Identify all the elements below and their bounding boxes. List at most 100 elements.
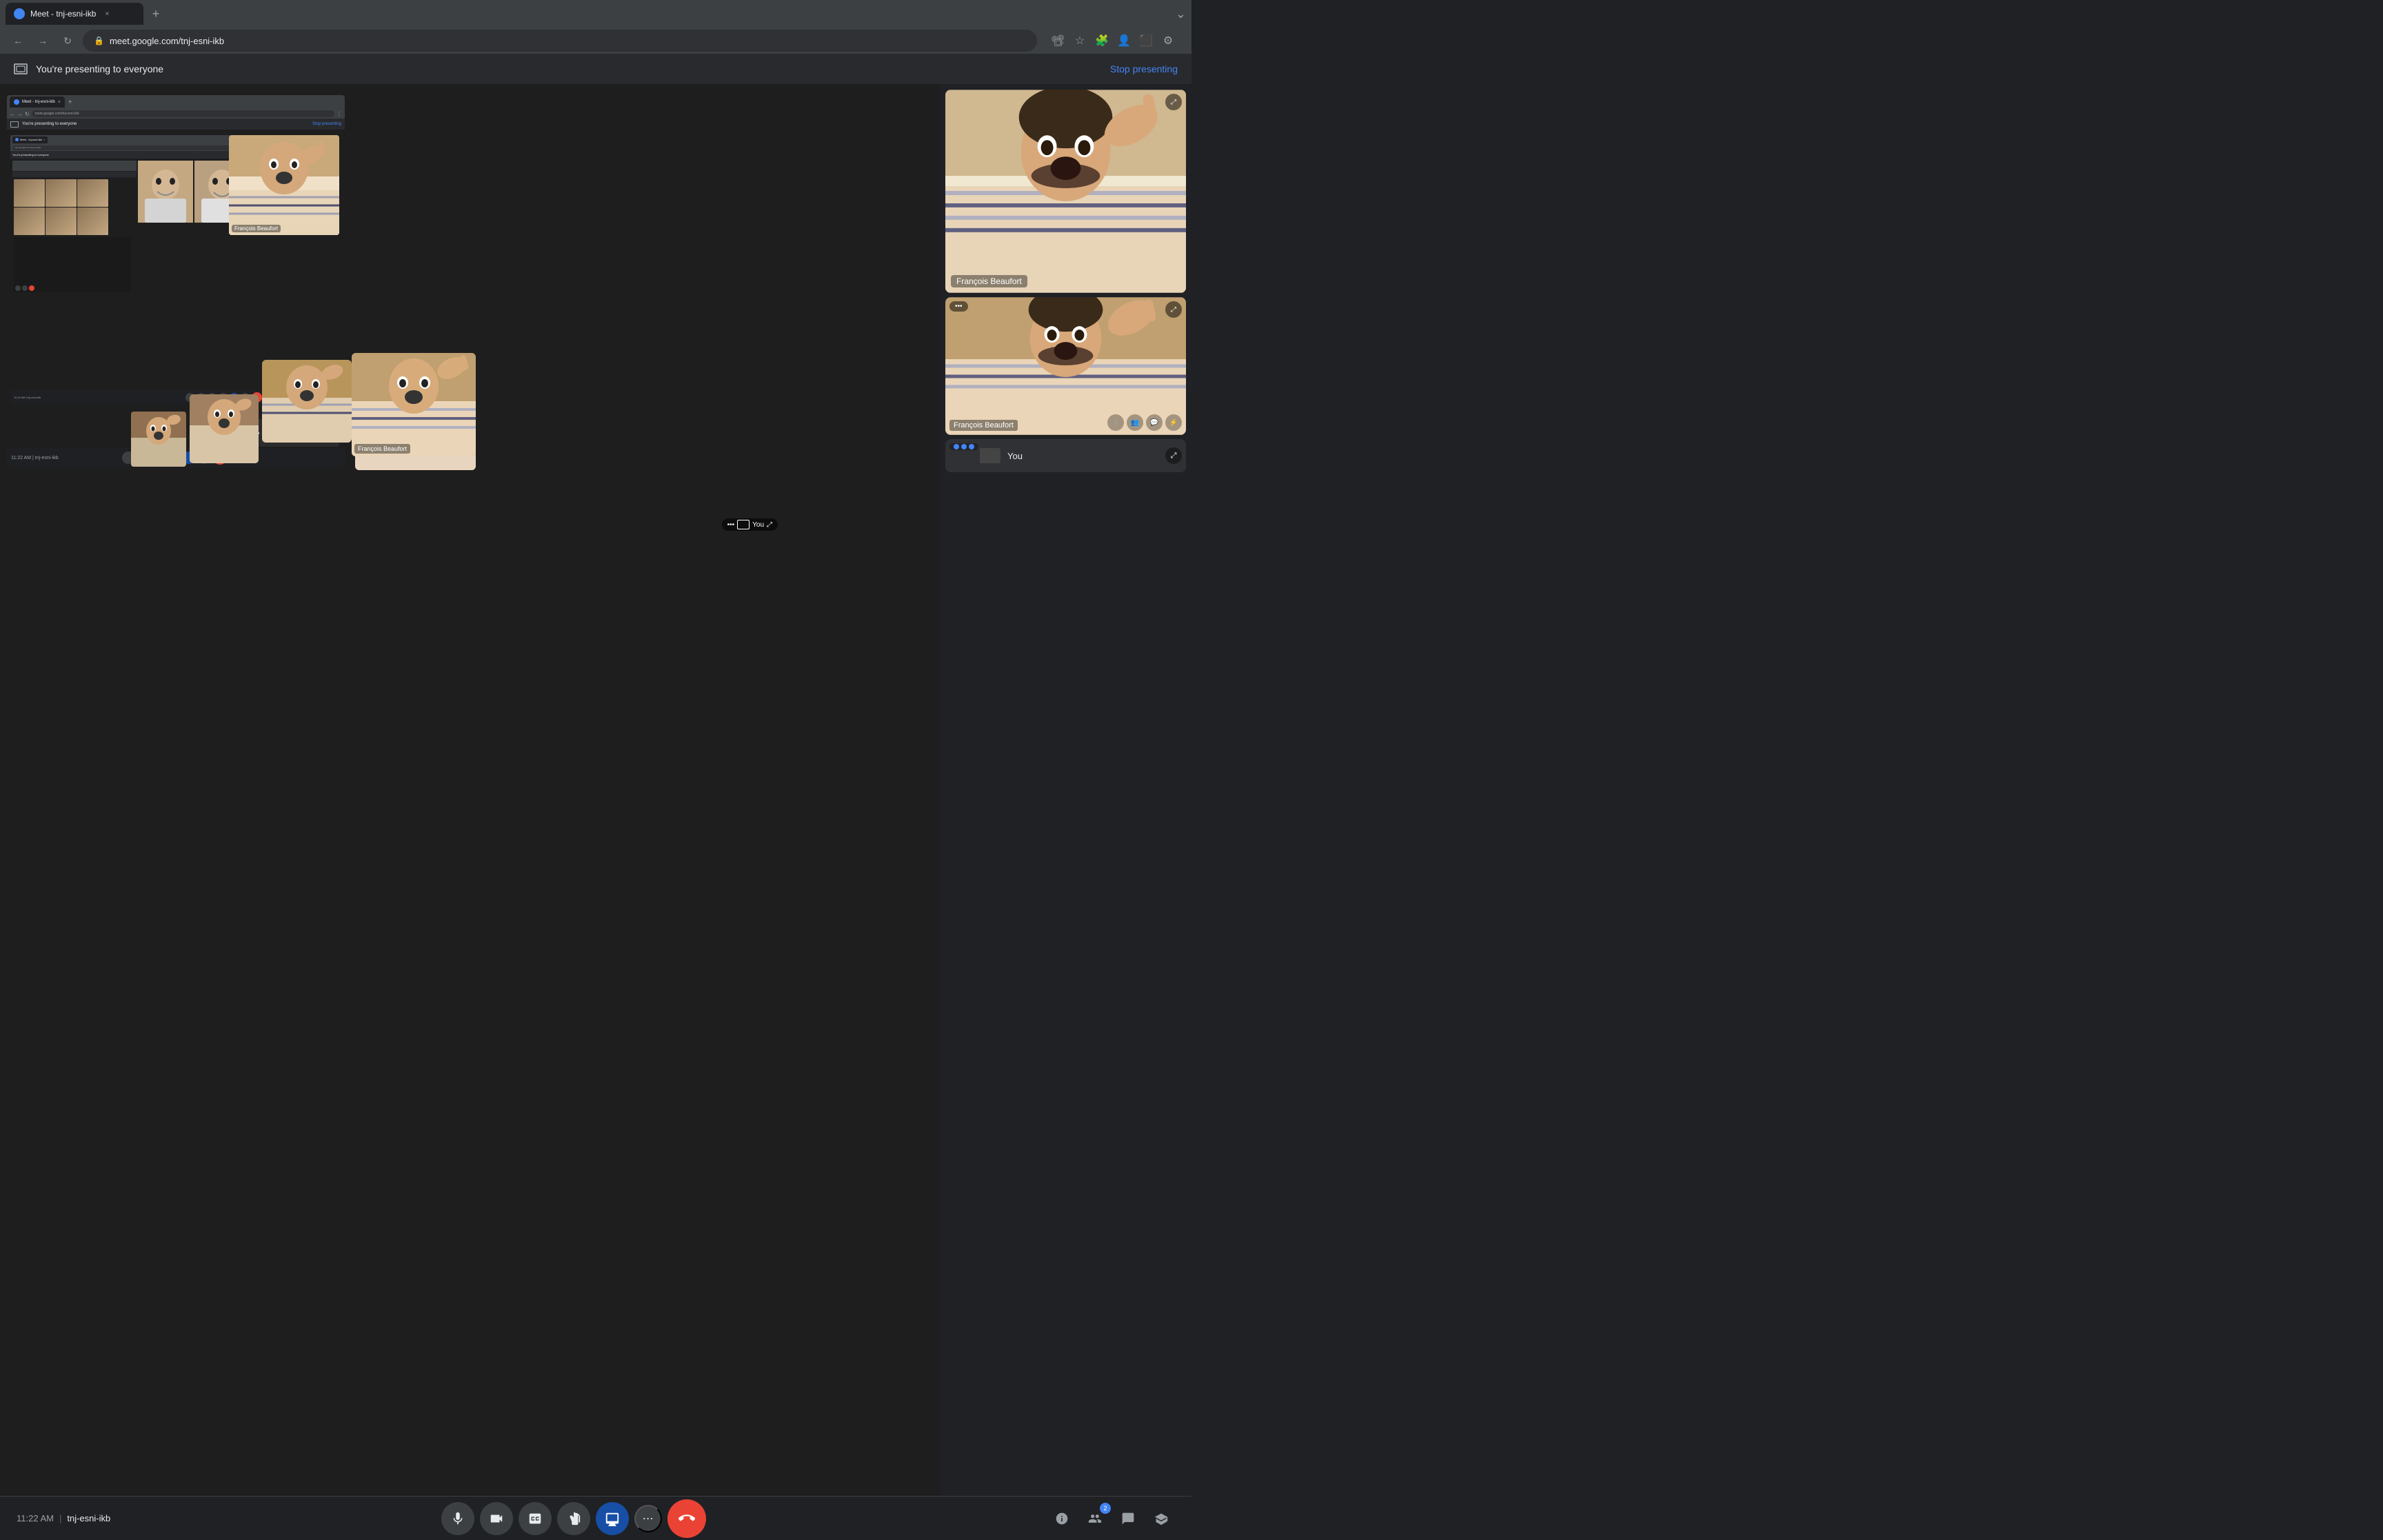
raise-hand-button[interactable] — [557, 1502, 590, 1535]
share-center-label: François Beaufort — [354, 444, 410, 454]
nested-activities-btn — [330, 452, 341, 463]
you-camera-preview — [980, 448, 1001, 463]
francois-expand-icon[interactable]: ⤢ — [1165, 301, 1182, 318]
you-overlay-label: You — [752, 521, 764, 529]
share-francois-medium-tile — [262, 360, 352, 443]
end-call-button[interactable] — [667, 1499, 706, 1538]
r3-face-4 — [14, 207, 45, 235]
more-options-button[interactable]: ⋯ — [634, 1505, 662, 1532]
r2-time: 11:22 AM | tnj-esni-ikb — [14, 396, 41, 399]
active-tab[interactable]: Meet - tnj-esni-ikb × — [6, 3, 143, 25]
francois-tile-controls[interactable]: ⤢ — [1165, 94, 1182, 110]
nested-more: ⋮ — [336, 111, 342, 117]
share-francois-xtiny-tile — [131, 412, 186, 467]
r2-favicon — [15, 138, 19, 141]
nested-stop-btn: Stop presenting — [312, 122, 341, 126]
nested-people-btn — [303, 452, 314, 463]
present-button[interactable] — [596, 1502, 629, 1535]
app-wrapper: Meet - tnj-esni-ikb × + ⌄ ← → ↻ 🔒 meet.g… — [0, 0, 1192, 1540]
captions-button[interactable] — [519, 1502, 552, 1535]
francois-medium-expand[interactable]: ⤢ — [1165, 301, 1182, 318]
r3-banner — [12, 172, 137, 177]
francois-medium-more[interactable]: ••• — [949, 301, 968, 312]
francois-activities-btn[interactable]: ⚡ — [1165, 414, 1182, 431]
nested-url: meet.google.com/tnj-esni-ikb — [35, 112, 79, 116]
francois-medium-bottom-controls: ℹ 👥 💬 ⚡ — [1107, 414, 1182, 431]
francois-large-svg — [945, 90, 1186, 293]
r3-face-1 — [14, 179, 45, 207]
you-expand-btn[interactable]: ⤢ — [1165, 447, 1182, 464]
sharing-text: You're presenting to everyone — [36, 63, 163, 74]
you-indicator-dot — [954, 444, 959, 449]
activities-right-button[interactable] — [1147, 1505, 1175, 1532]
nested-address: meet.google.com/tnj-esni-ikb — [32, 110, 334, 117]
people-right-button[interactable]: 2 — [1081, 1505, 1109, 1532]
francois-people-btn[interactable]: 👥 — [1127, 414, 1143, 431]
r2-address: meet.google.com/tnj-esni-ikb — [12, 145, 263, 150]
r3-end-btn — [29, 285, 34, 291]
nested-tab-add: + — [67, 99, 74, 106]
extensions-icon[interactable]: 🧩 — [1092, 31, 1112, 50]
stop-presenting-button[interactable]: Stop presenting — [1110, 63, 1178, 74]
r3-bottom-bar — [14, 237, 131, 292]
nested-nav: ← → ↻ meet.google.com/tnj-esni-ikb ⋮ — [7, 109, 345, 119]
back-button[interactable]: ← — [8, 31, 28, 50]
new-tab-button[interactable]: + — [146, 4, 165, 23]
r3-face-2 — [46, 179, 77, 207]
francois-info-btn[interactable]: ℹ — [1107, 414, 1124, 431]
tab-close-button[interactable]: × — [101, 8, 112, 19]
you-overlay-expand: ⤢ — [767, 521, 772, 529]
present-icon — [14, 63, 28, 74]
forward-button[interactable]: → — [33, 31, 52, 50]
nested-francois-label: François Beaufort — [232, 225, 281, 232]
r3-nav — [12, 166, 137, 171]
cast-icon[interactable]: 📽 — [1048, 31, 1067, 50]
meeting-code: tnj-esni-ikb — [67, 1513, 110, 1523]
share-francois-center-tile: François Beaufort — [352, 353, 476, 456]
r2-content: 11:22 AM | tnj-esni-ikb — [10, 159, 265, 404]
tab-bar: Meet - tnj-esni-ikb × + — [6, 3, 585, 25]
info-right-button[interactable] — [1048, 1505, 1076, 1532]
you-indicator-dot3 — [969, 444, 974, 449]
r2-face-1 — [138, 161, 193, 223]
francois-medium-top-controls[interactable]: ••• — [949, 301, 968, 312]
profile-icon[interactable]: 👤 — [1114, 31, 1134, 50]
r3-face-6 — [77, 207, 108, 235]
r2-banner: You're presenting to everyone Stop prese… — [10, 151, 265, 159]
you-label: You — [1007, 451, 1023, 461]
r3-chrome — [12, 161, 137, 166]
nested-favicon — [14, 99, 19, 105]
nested-refresh: ↻ — [25, 111, 30, 117]
francois-medium-tile: François Beaufort ••• ⤢ ℹ 👥 💬 ⚡ — [945, 297, 1186, 435]
r3-preview — [12, 161, 137, 298]
split-view-icon[interactable]: ⬛ — [1136, 31, 1156, 50]
chat-right-button[interactable] — [1114, 1505, 1142, 1532]
r3-face-5 — [46, 207, 77, 235]
meeting-bottom-bar: 11:22 AM | tnj-esni-ikb ⋯ — [0, 1496, 1192, 1540]
camera-button[interactable] — [480, 1502, 513, 1535]
you-small-tile: You ⤢ — [945, 439, 1186, 472]
bookmark-icon[interactable]: ☆ — [1070, 31, 1089, 50]
r3-content — [12, 178, 137, 298]
nested-chat-btn — [316, 452, 328, 463]
browser-nav: ← → ↻ 🔒 meet.google.com/tnj-esni-ikb 📽 ☆… — [0, 28, 1192, 54]
share-francois-xtiny-svg — [131, 412, 186, 467]
nested-present-icon — [10, 121, 19, 128]
francois-chat-btn[interactable]: 💬 — [1146, 414, 1163, 431]
nested-sharing-text: You're presenting to everyone — [22, 122, 77, 126]
nested-bottom-time: 11:22 AM | tnj-esni-ikb — [11, 456, 59, 460]
you-overlay-controls: ••• You ⤢ — [722, 518, 778, 531]
browser-more-button[interactable]: ⌄ — [1176, 7, 1186, 21]
meeting-info-left: 11:22 AM | tnj-esni-ikb — [17, 1513, 110, 1523]
address-bar[interactable]: 🔒 meet.google.com/tnj-esni-ikb — [83, 30, 1037, 52]
francois-expand-btn[interactable]: ⤢ — [1165, 94, 1182, 110]
account-icon[interactable]: ⚙ — [1158, 31, 1178, 50]
r3-btn1 — [15, 285, 21, 291]
controls-center: ⋯ — [441, 1499, 706, 1538]
mic-button[interactable] — [441, 1502, 474, 1535]
you-dots-badge — [949, 443, 978, 450]
tab-favicon — [14, 8, 25, 19]
sharing-banner: You're presenting to everyone Stop prese… — [0, 54, 1192, 84]
you-overlay-dots: ••• — [727, 521, 735, 529]
refresh-button[interactable]: ↻ — [58, 31, 77, 50]
